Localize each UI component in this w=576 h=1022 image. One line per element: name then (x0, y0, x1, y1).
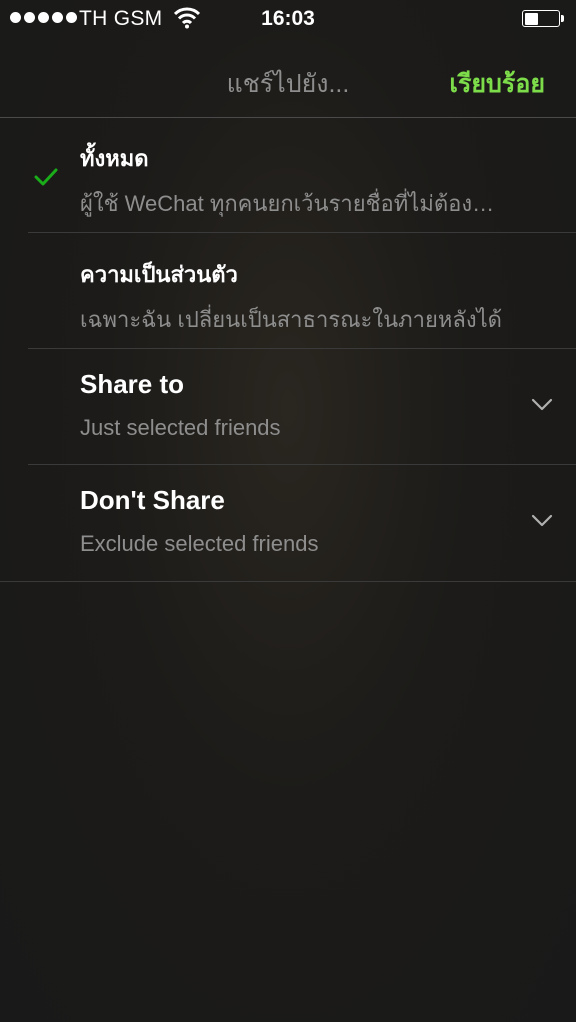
option-private[interactable]: ความเป็นส่วนตัว เฉพาะฉัน เปลี่ยนเป็นสาธา… (0, 233, 576, 349)
option-subtitle: Just selected friends (80, 415, 281, 440)
status-bar: TH GSM 16:03 (0, 0, 576, 40)
navigation-bar: แชร์ไปยัง... เรียบร้อย (0, 40, 576, 118)
checkmark-icon (34, 167, 58, 187)
battery-icon (522, 10, 564, 27)
clock: 16:03 (261, 7, 315, 30)
option-public[interactable]: ทั้งหมด ผู้ใช้ WeChat ทุกคนยกเว้นรายชื่อ… (0, 117, 576, 233)
chevron-down-icon[interactable] (531, 514, 553, 528)
option-title: ทั้งหมด (80, 146, 149, 171)
option-title: Don't Share (80, 485, 225, 515)
done-button[interactable]: เรียบร้อย (449, 64, 545, 104)
chevron-down-icon[interactable] (531, 398, 553, 412)
option-share-to[interactable]: Share to Just selected friends (0, 349, 576, 465)
option-dont-share[interactable]: Don't Share Exclude selected friends (0, 465, 576, 582)
option-subtitle: เฉพาะฉัน เปลี่ยนเป็นสาธารณะในภายหลังได้ (80, 307, 502, 332)
option-title: ความเป็นส่วนตัว (80, 262, 238, 287)
option-subtitle: Exclude selected friends (80, 531, 319, 556)
option-subtitle: ผู้ใช้ WeChat ทุกคนยกเว้นรายชื่อที่ไม่ต้… (80, 191, 495, 216)
option-title: Share to (80, 369, 185, 399)
share-options-list: ทั้งหมด ผู้ใช้ WeChat ทุกคนยกเว้นรายชื่อ… (0, 117, 576, 582)
